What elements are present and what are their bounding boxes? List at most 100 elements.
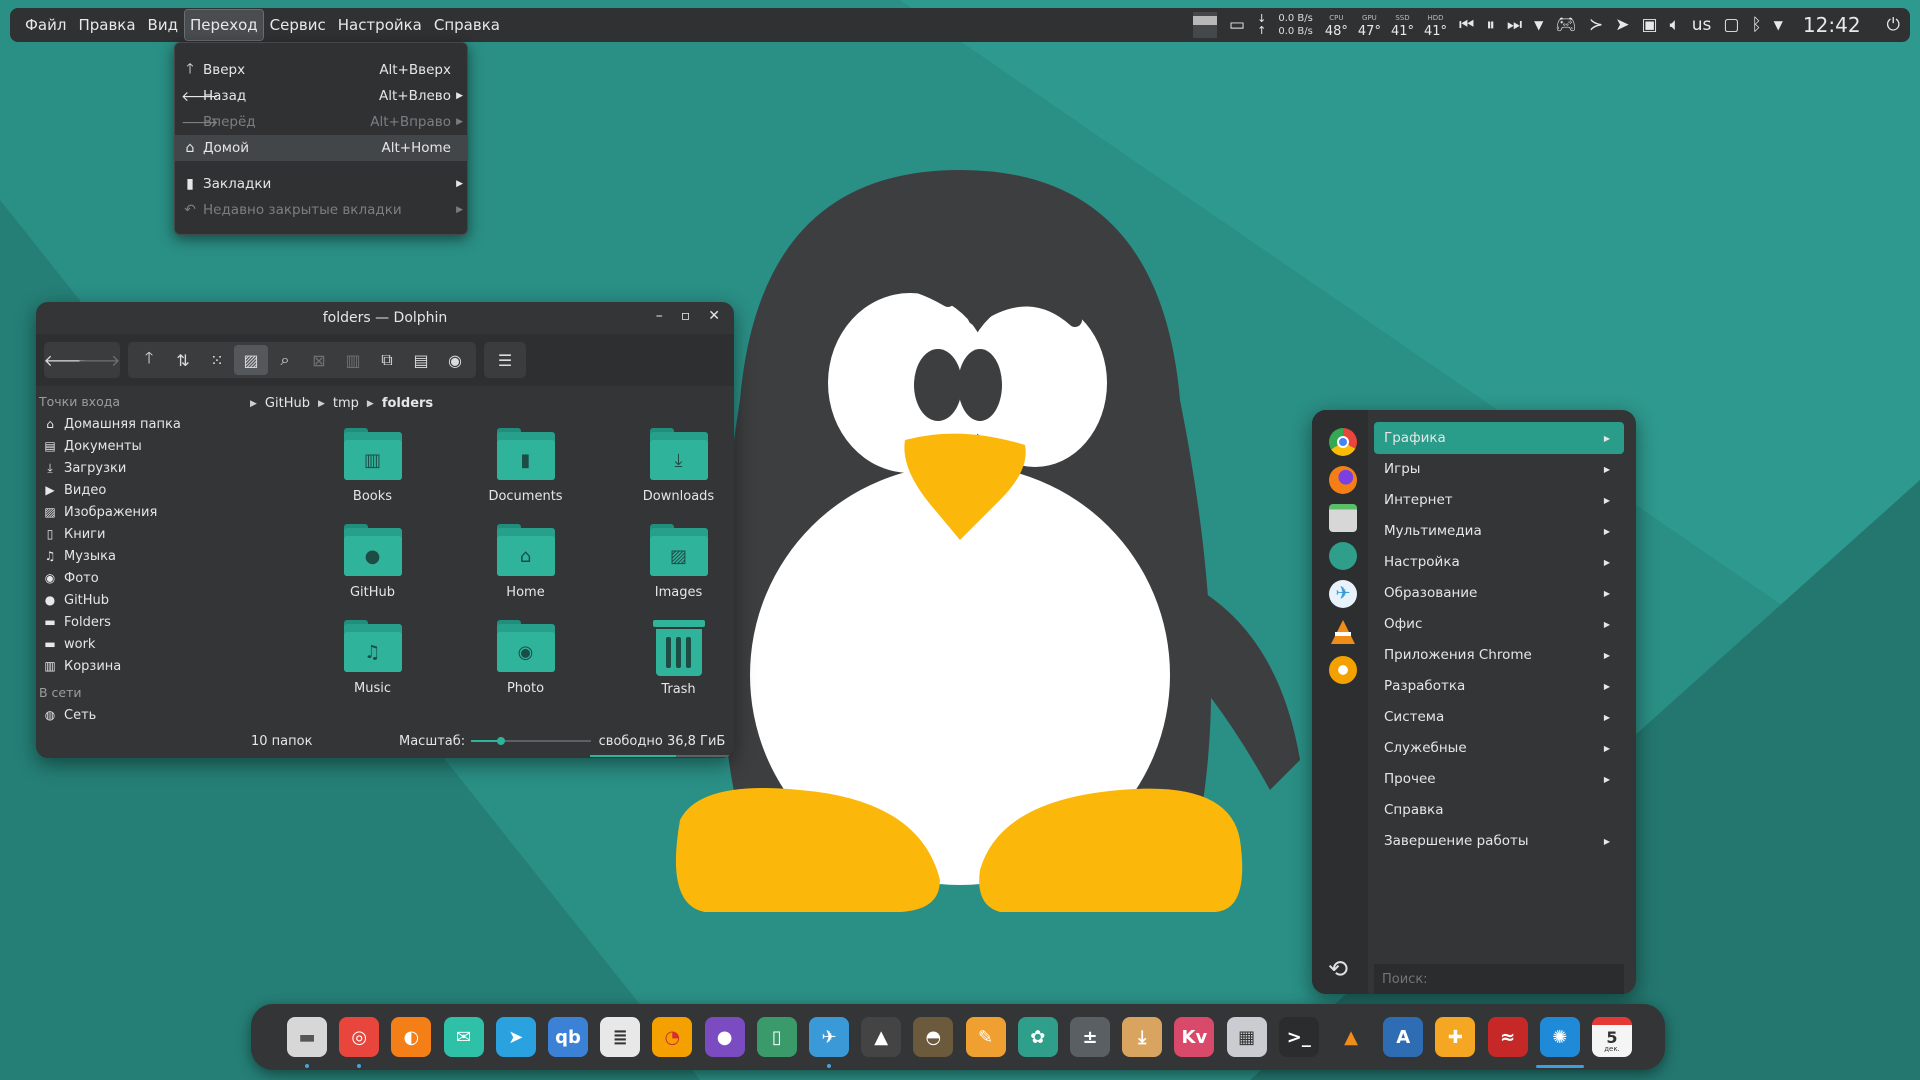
telegram-icon[interactable]: ➤ [1615,16,1629,34]
media-pause-icon[interactable]: ⏸ [1486,16,1495,34]
place-item[interactable]: ◉ Фото [36,567,236,589]
file-item[interactable]: ▮ Documents [449,428,602,524]
terminal-icon[interactable]: >_ [1278,1017,1319,1057]
menu-view[interactable]: Вид [143,10,183,40]
menu-settings[interactable]: Настройка [333,10,427,40]
show-hidden-icon[interactable]: ◉ [438,345,472,375]
launcher-category[interactable]: Настройка ▶ [1374,546,1624,578]
file-item[interactable]: ⌂ Home [449,524,602,620]
vlc-icon[interactable] [1329,618,1357,646]
telegram-icon[interactable]: ➤ [495,1017,536,1057]
place-item[interactable]: ▯ Книги [36,523,236,545]
file-item[interactable]: ◉ Photo [449,620,602,716]
menu-item-arrow-up[interactable]: 🡑 Вверх Alt+Вверх [175,57,467,83]
launcher-category[interactable]: Завершение работы ▶ [1374,825,1624,857]
launcher-category[interactable]: Приложения Chrome ▶ [1374,639,1624,671]
kvantum-icon[interactable]: Kv [1174,1017,1215,1057]
place-item[interactable]: ▬ Folders [36,611,236,633]
chrome-icon[interactable] [1329,428,1357,456]
place-item[interactable]: ⤓ Загрузки [36,457,236,479]
hamburger-menu-icon[interactable]: ☰ [488,345,522,375]
menu-item-arrow-right[interactable]: 🡒 Вперёд Alt+Вправо ▶ [175,109,467,135]
place-item[interactable]: ▥ Корзина [36,655,236,677]
split-view-icon[interactable]: ⧉ [370,345,404,375]
launcher-category[interactable]: Мультимедиа ▶ [1374,515,1624,547]
qbittorrent-icon[interactable]: qb [548,1017,588,1057]
menu-go[interactable]: Переход [183,9,264,41]
clock[interactable]: 12:42 [1803,13,1861,37]
display-icon[interactable]: ▭ [1229,16,1245,34]
color-picker-icon[interactable]: ✎ [965,1017,1006,1057]
mail-icon[interactable]: ✉ [443,1017,484,1057]
archive-icon[interactable]: ⤓ [1122,1017,1163,1057]
place-item[interactable]: ⌂ Домашняя папка [36,413,236,435]
maximize-icon[interactable]: ▫ [681,308,691,324]
terminal-icon[interactable]: ≻ [1589,16,1603,34]
up-icon[interactable]: 🡑 [132,345,166,375]
calculator-icon[interactable]: ± [1070,1017,1110,1057]
menu-edit[interactable]: Правка [73,10,140,40]
search-icon[interactable]: ⌕ [268,345,302,375]
power-icon[interactable]: ⏻ [1887,16,1900,34]
clipboard-icon[interactable]: ▣ [1642,16,1658,34]
bluetooth-icon[interactable]: ᛒ [1751,16,1761,34]
launcher-category[interactable]: Система ▶ [1374,701,1624,733]
kde-connect-icon[interactable]: ✈ [1329,580,1357,608]
launcher-category[interactable]: Служебные ▶ [1374,732,1624,764]
close-icon[interactable]: ✕ [708,308,720,324]
settings-icon[interactable]: ✿ [1017,1017,1058,1057]
chrome-icon[interactable]: ◎ [339,1017,380,1057]
ebook-reader-icon[interactable]: ≣ [600,1017,641,1057]
preview-icon[interactable]: ▨ [234,345,268,375]
free-space[interactable]: свободно 36,8 ГиБ [590,734,734,757]
menu-help[interactable]: Справка [429,10,505,40]
media-previous-icon[interactable]: ⏮ [1459,16,1474,34]
zoom-slider[interactable] [471,734,592,748]
volume-icon[interactable]: 🔈︎ [1670,16,1680,34]
cpu-graph-widget[interactable] [1193,12,1218,38]
place-item[interactable]: ● GitHub [36,589,236,611]
window-titlebar[interactable]: folders — Dolphin – ▫ ✕ [36,302,734,334]
file-item[interactable]: ♫ Music [296,620,449,716]
launcher-category[interactable]: Справка [1374,794,1624,826]
breadcrumb-tmp[interactable]: tmp [333,396,359,411]
file-manager-icon[interactable]: ▬ [287,1017,327,1057]
place-item[interactable]: ♫ Музыка [36,545,236,567]
launcher-category[interactable]: Игры ▶ [1374,453,1624,485]
terminal-panel-icon[interactable]: ▤ [404,345,438,375]
media-menu-chevron-icon[interactable]: ▼ [1534,19,1543,31]
dictionary-icon[interactable]: ▯ [756,1017,797,1057]
menu-item-bookmark[interactable]: ▮ Закладки ▶ [175,171,467,197]
launcher-category[interactable]: Интернет ▶ [1374,484,1624,516]
breadcrumb-folders[interactable]: folders [382,396,433,411]
file-item[interactable]: ▨ Images [602,524,734,620]
trash-icon[interactable]: ▥ [336,345,370,375]
sort-icon[interactable]: ⇅ [166,345,200,375]
launcher-category[interactable]: Офис ▶ [1374,608,1624,640]
disc-burner-icon[interactable]: ◔ [652,1017,693,1057]
file-item[interactable]: ● GitHub [296,524,449,620]
launcher-category[interactable]: Разработка ▶ [1374,670,1624,702]
gimp-icon[interactable]: ◓ [913,1017,954,1057]
launcher-category[interactable]: Прочее ▶ [1374,763,1624,795]
inkscape-icon[interactable]: ▲ [861,1017,902,1057]
file-manager-icon[interactable] [1329,504,1357,532]
firefox-icon[interactable]: ◐ [391,1017,432,1057]
search-input[interactable] [1374,964,1624,994]
game-controller-icon[interactable]: ✚ [1435,1017,1476,1057]
system-monitor-icon[interactable]: ▦ [1226,1017,1267,1057]
file-item[interactable]: ⤓ Downloads [602,428,734,524]
media-next-icon[interactable]: ⏭ [1507,16,1522,34]
citrus-icon[interactable] [1329,656,1357,684]
android-studio-icon[interactable]: A [1383,1017,1424,1057]
ruby-icon[interactable]: ≈ [1487,1017,1528,1057]
menu-file[interactable]: Файл [20,10,71,40]
firefox-icon[interactable] [1329,466,1357,494]
file-item[interactable]: ▥ Books [296,428,449,524]
logout-icon[interactable]: ⟲ [1328,955,1348,983]
keyboard-layout[interactable]: us [1692,16,1712,34]
github-desktop-icon[interactable]: ● [704,1017,745,1057]
place-item[interactable]: ▬ work [36,633,236,655]
place-item[interactable]: ▨ Изображения [36,501,236,523]
minimize-icon[interactable]: – [656,308,663,324]
